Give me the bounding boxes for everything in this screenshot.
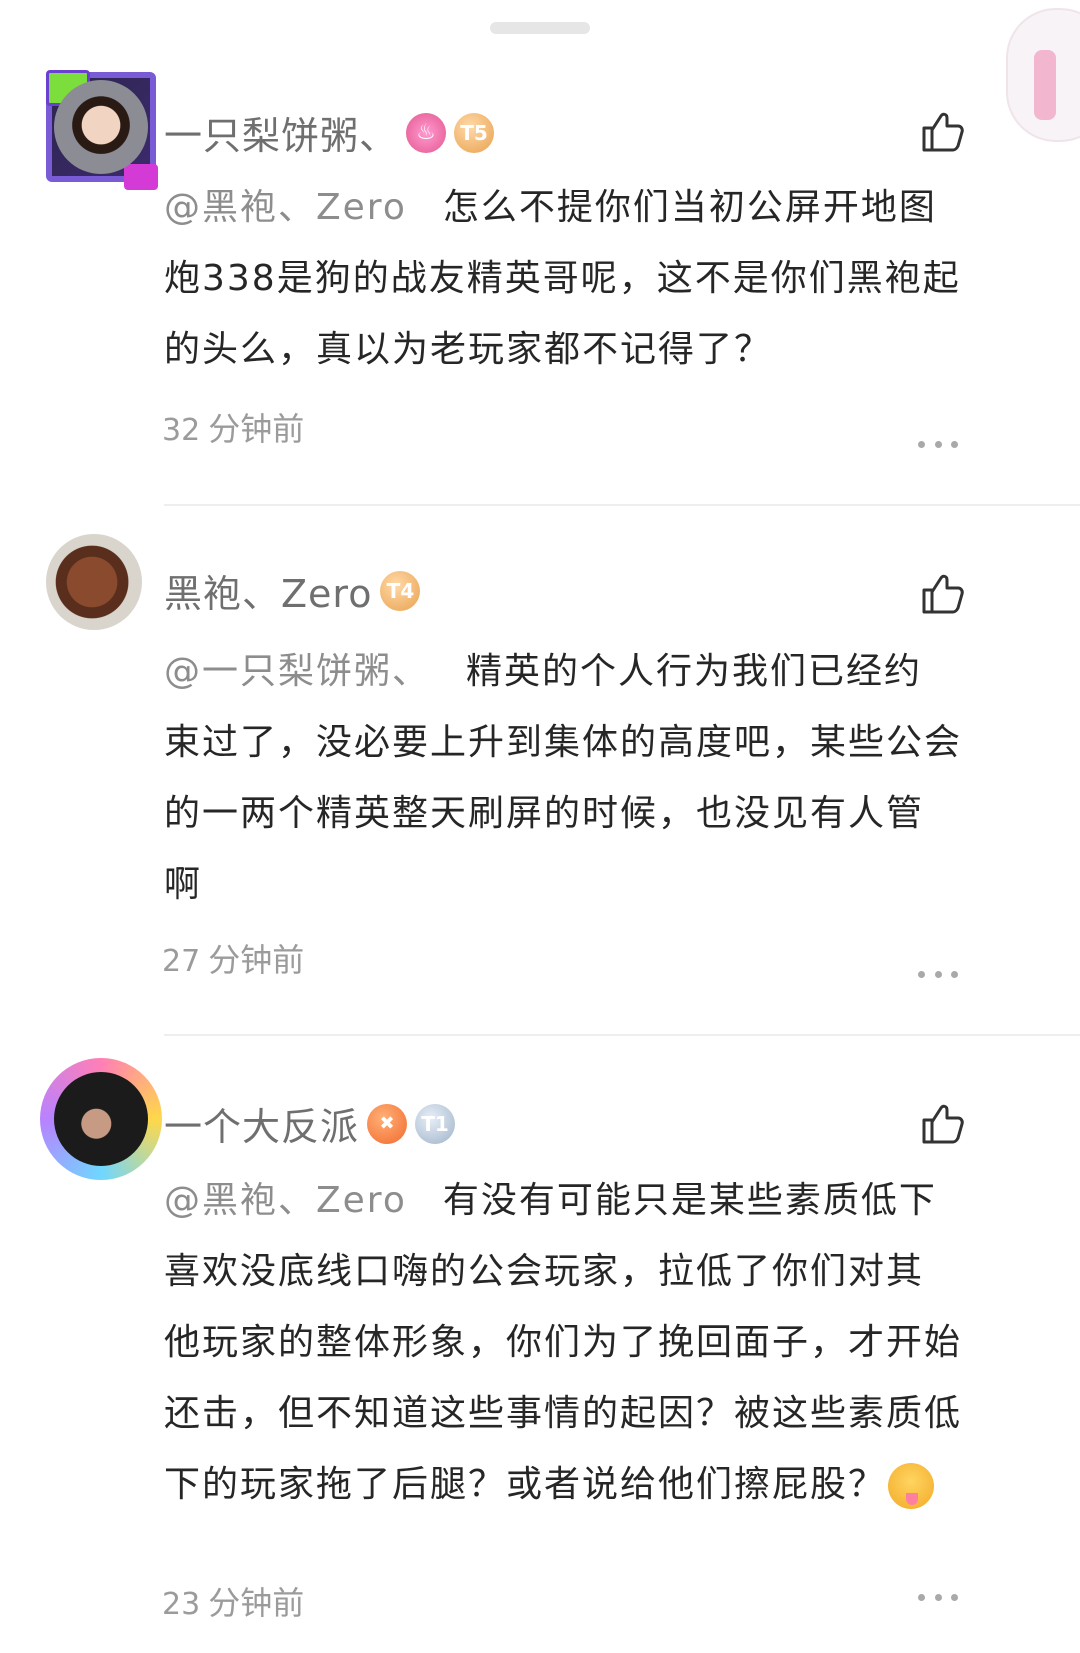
mention-link[interactable]: @一只梨饼粥、 [164,651,430,692]
mention-link[interactable]: @黑袍、Zero [164,1180,407,1221]
time-number: 32 [162,413,201,448]
avatar-image [54,80,148,174]
username[interactable]: 一只梨饼粥、 [164,105,398,160]
comment-body: @一只梨饼粥、 精英的个人行为我们已经约 束过了，没必要上升到集体的高度吧，某些公… [164,636,984,920]
username[interactable]: 黑袍、Zero [164,563,372,618]
username[interactable]: 一个大反派 [164,1096,359,1151]
name-row: 一个大反派 T1 [164,1096,456,1151]
comment-line: 炮338是狗的战友精英哥呢，这不是你们黑袍起 [164,258,961,299]
tier-badge-icon: T4 [380,570,421,611]
more-dots-icon[interactable] [918,1594,958,1604]
name-row: 一只梨饼粥、 T5 [164,105,495,160]
tier-badge-icon: T5 [454,112,495,153]
thumbs-up-icon[interactable] [918,108,966,156]
timestamp: 32 分钟前 [162,404,304,450]
name-row: 黑袍、Zero T4 [164,563,421,618]
drooling-face-emoji-icon [888,1463,935,1509]
avatar[interactable] [40,1058,162,1180]
comment-line: 怎么不提你们当初公屏开地图 [442,187,937,228]
avatar-image [54,1072,148,1166]
time-number: 23 [162,1587,201,1622]
comment-body: @黑袍、Zero 有没有可能只是某些素质低下 喜欢没底线口嗨的公会玩家，拉低了你们… [164,1165,984,1520]
frame-drip [124,164,158,190]
time-number: 27 [162,944,201,979]
mention-link[interactable]: @黑袍、Zero [164,187,407,228]
divider [164,504,1080,506]
divider [164,1034,1080,1036]
thumbs-up-icon[interactable] [918,1100,966,1148]
widget-inner [1034,50,1056,120]
floating-corner-widget[interactable] [1006,8,1080,142]
fire-badge-icon [406,112,447,153]
comment-line: 精英的个人行为我们已经约 [466,651,923,692]
comment-line: 的一两个精英整天刷屏的时候，也没见有人管 [164,793,925,834]
more-dots-icon[interactable] [918,441,958,451]
time-unit: 分钟前 [208,410,305,448]
sheet-drag-handle[interactable] [490,22,590,34]
avatar[interactable] [46,70,158,190]
comment-line: 有没有可能只是某些素质低下 [442,1180,937,1221]
time-unit: 分钟前 [208,941,305,979]
more-dots-icon[interactable] [918,971,958,981]
avatar-image [46,534,142,630]
avatar[interactable] [46,534,156,644]
thumbs-up-icon[interactable] [918,570,966,618]
comment-line: 他玩家的整体形象，你们为了挽回面子，才开始 [164,1322,963,1363]
comment-line: 还击，但不知道这些事情的起因？被这些素质低 [164,1393,963,1434]
comment-line: 束过了，没必要上升到集体的高度吧，某些公会 [164,722,963,763]
comment-line: 啊 [164,864,203,905]
timestamp: 27 分钟前 [162,935,304,981]
game-badge-icon [367,1103,408,1144]
comment-line: 喜欢没底线口嗨的公会玩家，拉低了你们对其 [164,1251,925,1292]
tier-badge-icon: T1 [415,1103,456,1144]
time-unit: 分钟前 [208,1584,305,1622]
comment-line: 下的玩家拖了后腿？或者说给他们擦屁股？ [164,1464,887,1505]
comment-line: 的头么，真以为老玩家都不记得了？ [164,329,773,370]
timestamp: 23 分钟前 [162,1578,304,1624]
comment-body: @黑袍、Zero 怎么不提你们当初公屏开地图 炮338是狗的战友精英哥呢，这不是你… [164,172,984,385]
